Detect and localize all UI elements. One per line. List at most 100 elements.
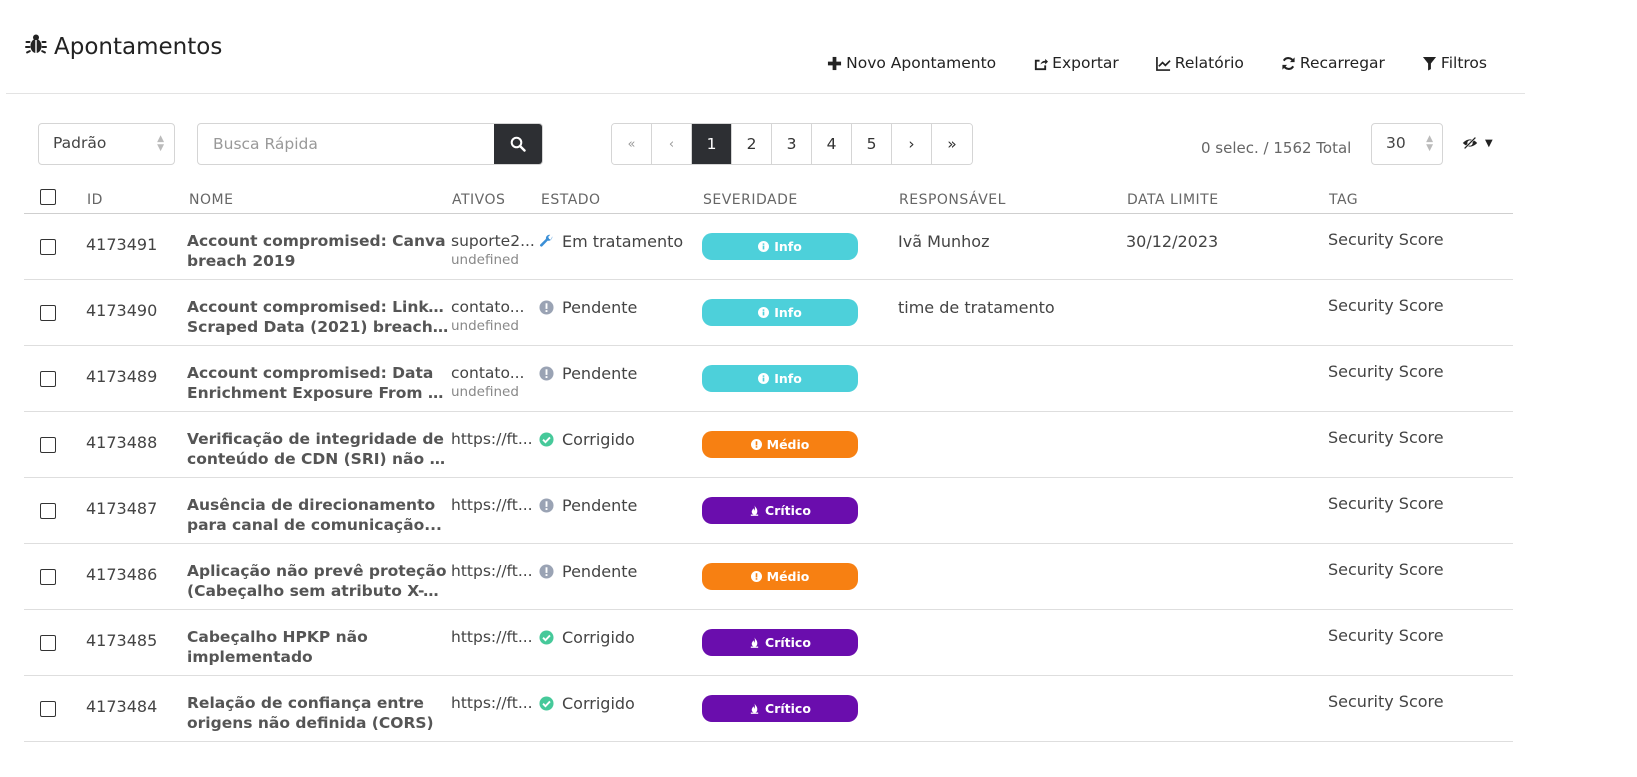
row-checkbox[interactable] [40,569,56,585]
finding-name-line2: Scraped Data (2021) breach... [187,318,449,336]
finding-name[interactable]: Ausência de direcionamento para canal de … [187,495,449,535]
severity-label: Info [774,371,802,386]
row-checkbox[interactable] [40,305,56,321]
finding-id: 4173491 [86,235,158,254]
page-header: Apontamentos Novo Apontamento Exportar Rel… [6,0,1525,94]
select-all-checkbox[interactable] [40,189,56,205]
finding-name[interactable]: Verificação de integridade de conteúdo de… [187,429,449,469]
table-row[interactable]: 4173487 Ausência de direcionamento para ca… [24,478,1513,544]
chart-action-button[interactable]: Relatório [1155,54,1244,72]
page-button-1[interactable]: 1 [692,124,732,164]
state-label: Em tratamento [562,232,684,251]
table-row[interactable]: 4173488 Verificação de integridade de cont… [24,412,1513,478]
finding-name[interactable]: Cabeçalho HPKP não implementado [187,627,449,667]
plus-action-button[interactable]: Novo Apontamento [827,54,996,72]
row-checkbox[interactable] [40,701,56,717]
finding-state: Corrigido [539,430,635,449]
finding-name-line1: Aplicação não prevê proteção [187,562,447,580]
severity-label: Crítico [765,635,811,650]
row-checkbox[interactable] [40,371,56,387]
finding-name[interactable]: Account compromised: Canva breach 2019 [187,231,449,271]
view-select[interactable]: Padrão ▲ ▼ [38,123,175,165]
chevron-down-icon: ▼ [1485,137,1493,149]
search-button[interactable] [494,124,542,164]
finding-tag: Security Score [1328,362,1444,381]
finding-name[interactable]: Account compromised: Data Enrichment Expo… [187,363,449,403]
row-checkbox[interactable] [40,239,56,255]
table-row[interactable]: 4173490 Account compromised: LinkedIn Scra… [24,280,1513,346]
page-button-5[interactable]: 5 [852,124,892,164]
state-label: Corrigido [562,628,635,647]
finding-name[interactable]: Relação de confiança entre origens não de… [187,693,449,733]
finding-name-line2: para canal de comunicação... [187,516,442,534]
finding-responsible: time de tratamento [898,298,1055,317]
first-page-button[interactable]: « [612,124,652,164]
header-deadline[interactable]: DATA LIMITE [1127,192,1219,208]
finding-asset: https://ft... [451,430,535,448]
page-button-4[interactable]: 4 [812,124,852,164]
finding-name[interactable]: Account compromised: LinkedIn Scraped Dat… [187,297,449,337]
header-id[interactable]: ID [87,192,103,208]
select-caret-icon: ▲ ▼ [157,134,164,153]
header-state[interactable]: ESTADO [541,192,601,208]
column-visibility-button[interactable]: ▼ [1461,134,1493,152]
finding-name[interactable]: Aplicação não prevê proteção (Cabeçalho s… [187,561,449,601]
table-row[interactable]: 4173491 Account compromised: Canva breach … [24,214,1513,280]
chart-icon [1155,56,1171,71]
finding-state: Em tratamento [539,232,683,251]
severity-label: Info [774,305,802,320]
prev-page-button[interactable]: ‹ [652,124,692,164]
filter-action-button[interactable]: Filtros [1422,54,1487,72]
header-responsible[interactable]: RESPONSÁVEL [899,192,1006,208]
row-checkbox[interactable] [40,503,56,519]
page-button-2[interactable]: 2 [732,124,772,164]
refresh-action-button[interactable]: Recarregar [1281,54,1385,72]
finding-id: 4173485 [86,631,158,650]
table-row[interactable]: 4173485 Cabeçalho HPKP não implementado htt… [24,610,1513,676]
next-page-button[interactable]: › [892,124,932,164]
header-assets[interactable]: ATIVOS [452,192,505,208]
bug-icon [24,32,48,62]
asset-value: https://ft... [451,562,533,580]
state-label: Pendente [562,562,638,581]
finding-name-line1: Account compromised: Data [187,364,434,382]
severity-label: Crítico [765,503,811,518]
finding-tag: Security Score [1328,296,1444,315]
severity-badge: Crítico [702,629,858,656]
finding-asset: https://ft... [451,496,535,514]
row-checkbox[interactable] [40,635,56,651]
info-circle-icon [758,307,770,318]
header-severity[interactable]: SEVERIDADE [703,192,798,208]
header-tag[interactable]: TAG [1329,192,1358,208]
table-row[interactable]: 4173486 Aplicação não prevê proteção (Cabe… [24,544,1513,610]
finding-tag: Security Score [1328,560,1444,579]
action-label: Relatório [1174,54,1244,72]
finding-tag: Security Score [1328,692,1444,711]
action-label: Filtros [1440,54,1487,72]
list-toolbar: Padrão ▲▼ «‹12345›» 0 selec. / 1562 Tota… [38,122,1508,166]
exclamation-circle-icon [539,300,554,315]
finding-tag: Security Score [1328,428,1444,447]
finding-name-line2: breach 2019 [187,252,296,270]
table-body: 4173491 Account compromised: Canva breach … [24,214,1513,742]
last-page-button[interactable]: » [932,124,972,164]
page-button-3[interactable]: 3 [772,124,812,164]
severity-label: Crítico [765,701,811,716]
state-label: Pendente [562,364,638,383]
header-name[interactable]: NOME [189,192,233,208]
finding-id: 4173488 [86,433,158,452]
finding-state: Corrigido [539,694,635,713]
finding-tag: Security Score [1328,230,1444,249]
per-page-select[interactable]: 30 ▲ ▼ [1371,123,1443,165]
table-row[interactable]: 4173484 Relação de confiança entre origens… [24,676,1513,742]
search-input[interactable] [198,124,496,164]
table-row[interactable]: 4173489 Account compromised: Data Enrichme… [24,346,1513,412]
export-action-button[interactable]: Exportar [1033,54,1119,72]
pagination: «‹ 1 2 3 4 5 ›» [611,123,973,165]
page-title: Apontamentos [24,32,222,62]
row-checkbox[interactable] [40,437,56,453]
exclamation-circle-icon [539,564,554,579]
severity-badge: Médio [702,431,858,458]
check-circle-icon [539,630,554,645]
asset-sub: undefined [451,384,519,400]
